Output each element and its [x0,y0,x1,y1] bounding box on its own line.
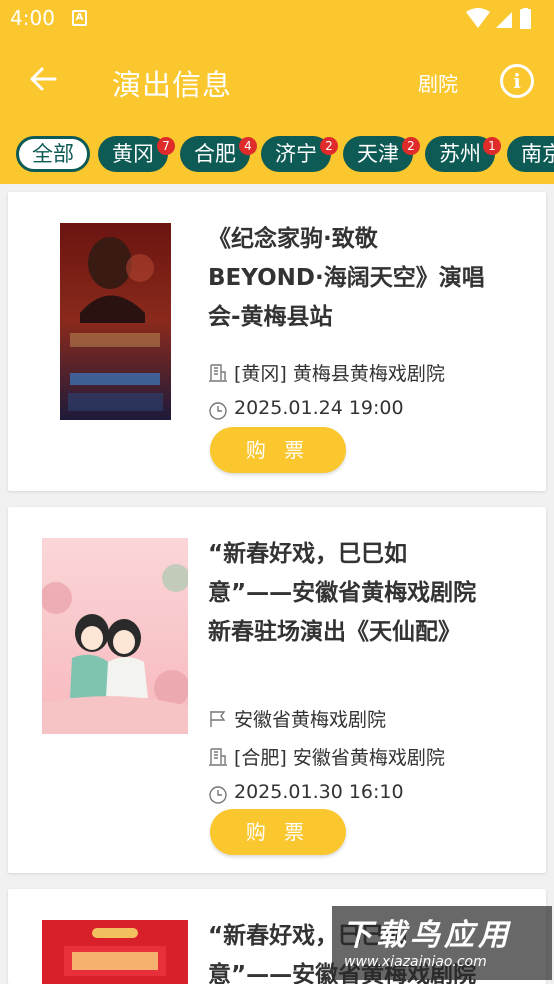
building-icon [209,364,227,382]
building-icon [209,748,227,766]
venue-text: [黄冈] 黄梅县黄梅戏剧院 [234,363,445,385]
back-arrow-icon[interactable] [28,64,58,94]
count-badge: 2 [320,137,338,155]
chip-label: 苏州 [439,142,481,166]
nvfuma-poster-image [42,920,188,984]
watermark-site: www.xiazainiao.com [344,954,487,970]
chip-label: 济宁 [275,142,317,166]
datetime-text: 2025.01.30 16:10 [234,781,404,803]
watermark-title: 下载鸟应用 [342,918,512,953]
chip-label: 全部 [32,142,74,166]
count-badge: 7 [157,137,175,155]
show-title[interactable]: 《纪念家驹·致敬BEYOND·海阔天空》演唱会-黄梅县站 [208,220,488,340]
chip-all[interactable]: 全部 [16,136,90,172]
status-icons [464,8,544,30]
show-title[interactable]: “新春好戏，巳巳如意”——安徽省黄梅戏剧院新春驻场演出《天仙配》 [208,535,488,695]
notification-icon: A [72,10,87,26]
info-icon[interactable]: i [500,64,534,98]
flag-icon [210,711,226,727]
chip-label: 天津 [357,142,399,166]
status-bar: 4:00 A [0,0,554,38]
show-poster[interactable] [60,223,171,420]
watermark: 下载鸟应用 www.xiazainiao.com [332,906,552,980]
show-card[interactable]: “新春好戏，巳巳如意”——安徽省黄梅戏剧院新春驻场演出《天仙配》 安徽省黄梅戏剧… [8,507,546,873]
clock-icon [209,402,227,420]
organizer-text: 安徽省黄梅戏剧院 [234,709,387,731]
chip-label: 黄冈 [112,142,154,166]
count-badge: 2 [402,137,420,155]
datetime-text: 2025.01.24 19:00 [234,397,404,419]
app-bar: 演出信息 剧院 i [0,38,554,124]
wifi-signal-battery-icon [466,8,531,29]
clock-icon [209,786,227,804]
show-poster[interactable] [42,920,188,984]
page-title: 演出信息 [112,68,233,102]
beyond-poster-image [60,223,171,420]
buy-ticket-button[interactable]: 购 票 [210,809,346,855]
tianxianpei-poster-image [42,538,188,734]
chip-label: 南京 [521,142,554,166]
show-card[interactable]: 《纪念家驹·致敬BEYOND·海阔天空》演唱会-黄梅县站 [黄冈] 黄梅县黄梅戏… [8,192,546,491]
chip-nanjing[interactable]: 南京 [507,136,554,172]
count-badge: 4 [239,137,257,155]
show-poster[interactable] [42,538,188,734]
theater-button[interactable]: 剧院 [418,68,458,97]
buy-ticket-button[interactable]: 购 票 [210,427,346,473]
count-badge: 1 [483,137,501,155]
status-time: 4:00 [10,6,55,30]
city-filter-bar[interactable]: 全部 黄冈 7 合肥 4 济宁 2 天津 2 苏州 1 南京 [0,134,554,176]
venue-text: [合肥] 安徽省黄梅戏剧院 [234,747,445,769]
chip-label: 合肥 [194,142,236,166]
